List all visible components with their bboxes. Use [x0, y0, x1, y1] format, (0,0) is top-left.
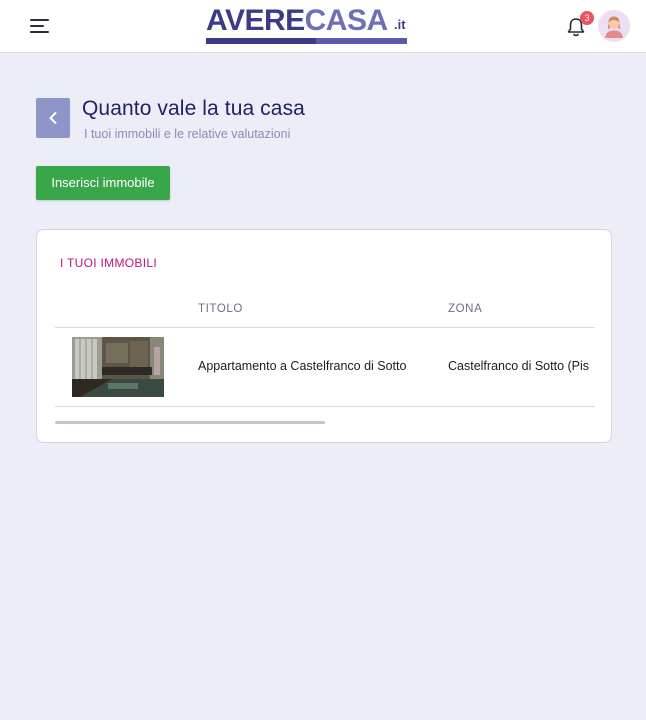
section-title: I TUOI IMMOBILI: [60, 256, 157, 270]
property-thumbnail[interactable]: [72, 337, 164, 397]
property-title: Appartamento a Castelfranco di Sotto: [198, 359, 407, 373]
add-property-button[interactable]: Inserisci immobile: [36, 166, 170, 200]
logo[interactable]: AVERECASA .it: [206, 4, 408, 46]
menu-icon[interactable]: [30, 17, 50, 33]
column-header-zona: ZONA: [448, 303, 483, 315]
avatar-icon[interactable]: [598, 10, 630, 42]
table-row[interactable]: Appartamento a Castelfranco di Sotto Cas…: [55, 328, 595, 406]
logo-word-avere: AVERE: [206, 4, 305, 37]
divider: [55, 406, 595, 407]
logo-tld: .it: [394, 17, 406, 32]
top-bar: AVERECASA .it 3: [0, 0, 646, 53]
notification-badge: 3: [580, 11, 594, 25]
logo-word-casa: CASA: [304, 4, 389, 37]
properties-card: I TUOI IMMOBILI TITOLO ZONA Appartamento…: [36, 229, 612, 443]
chevron-left-icon: [49, 112, 57, 124]
property-zone: Castelfranco di Sotto (Pis: [448, 359, 590, 373]
page-subtitle: I tuoi immobili e le relative valutazion…: [84, 127, 291, 141]
back-button[interactable]: [36, 98, 70, 138]
page-title: Quanto vale la tua casa: [82, 97, 305, 120]
column-header-titolo: TITOLO: [198, 303, 243, 315]
horizontal-scrollbar[interactable]: [55, 421, 325, 424]
